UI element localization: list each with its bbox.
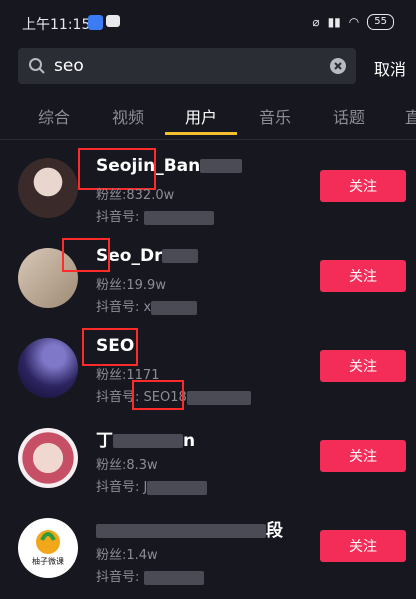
- user-name: 丁n: [96, 431, 196, 451]
- highlight-box-id: [132, 380, 184, 410]
- follow-button[interactable]: 关注: [320, 530, 406, 562]
- user-name: 段: [96, 516, 283, 541]
- message-notification-icon: [106, 15, 120, 27]
- follow-button[interactable]: 关注: [320, 260, 406, 292]
- user-name: Seo_Dr: [96, 246, 199, 266]
- battery-icon: 55: [367, 14, 394, 30]
- follow-button[interactable]: 关注: [320, 440, 406, 472]
- follow-button[interactable]: 关注: [320, 170, 406, 202]
- list-item[interactable]: 柚子微课 段 粉丝:1.4w 抖音号: 关注: [0, 500, 416, 590]
- tab-users[interactable]: 用户: [185, 104, 217, 128]
- search-input[interactable]: seo: [18, 48, 356, 84]
- highlight-box: [62, 238, 110, 272]
- avatar[interactable]: 柚子微课: [18, 518, 78, 578]
- douyin-id: 抖音号:: [96, 206, 214, 225]
- cancel-button[interactable]: 取消: [374, 56, 406, 80]
- signal-icon: ▮▮: [327, 15, 341, 29]
- list-item[interactable]: 丁n 粉丝:8.3w 抖音号: J 关注: [0, 410, 416, 500]
- tab-topics[interactable]: 话题: [333, 104, 365, 128]
- status-icons: ⌀ ▮▮ ◠ 55: [312, 14, 394, 30]
- tab-comprehensive[interactable]: 综合: [38, 104, 70, 128]
- avatar[interactable]: [18, 158, 78, 218]
- tab-videos[interactable]: 视频: [112, 104, 144, 128]
- tab-live[interactable]: 直: [405, 104, 416, 128]
- search-row: seo 取消: [0, 44, 416, 90]
- tab-music[interactable]: 音乐: [259, 104, 291, 128]
- wifi-icon: ◠: [348, 15, 360, 29]
- list-item[interactable]: Seo_Dr 粉丝:19.9w 抖音号: x 关注: [0, 230, 416, 320]
- alarm-off-icon: ⌀: [312, 15, 320, 29]
- status-bar: 上午11:15 ⌀ ▮▮ ◠ 55: [0, 0, 416, 44]
- fans-count: 粉丝:1.4w: [96, 548, 158, 563]
- list-item[interactable]: Seojin_Ban 粉丝:832.0w 抖音号: 关注: [0, 140, 416, 230]
- douyin-id: 抖音号: x: [96, 296, 198, 315]
- logo-icon: 柚子微课: [32, 530, 64, 566]
- fans-count: 粉丝:8.3w: [96, 458, 158, 473]
- highlight-box: [82, 328, 138, 366]
- search-query: seo: [54, 56, 84, 76]
- follow-button[interactable]: 关注: [320, 350, 406, 382]
- svg-text:柚子微课: 柚子微课: [32, 556, 64, 566]
- active-tab-indicator: [165, 132, 237, 135]
- status-time: 上午11:15: [22, 17, 91, 33]
- search-icon: [29, 58, 45, 74]
- search-tabs: 综合 视频 用户 音乐 话题 直: [0, 94, 416, 136]
- list-item[interactable]: SEO 粉丝:1171 抖音号: SEO18 关注: [0, 320, 416, 410]
- douyin-id: 抖音号: J: [96, 476, 208, 495]
- app-notification-icon: [88, 15, 103, 30]
- douyin-id: 抖音号:: [96, 566, 204, 585]
- fans-count: 粉丝:19.9w: [96, 278, 166, 293]
- clear-search-icon[interactable]: [330, 58, 346, 74]
- avatar[interactable]: [18, 338, 78, 398]
- fans-count: 粉丝:832.0w: [96, 188, 175, 203]
- avatar[interactable]: [18, 428, 78, 488]
